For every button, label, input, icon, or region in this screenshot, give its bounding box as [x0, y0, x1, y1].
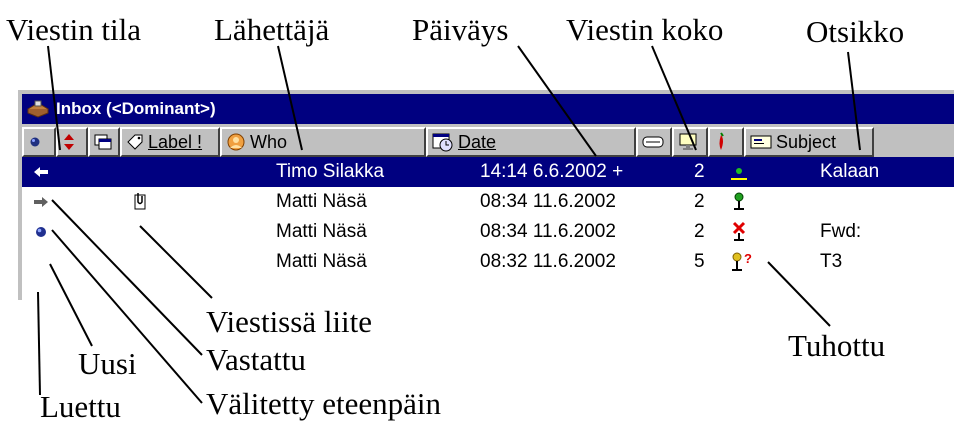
message-size: 5 — [694, 251, 705, 272]
replied-arrow-icon — [26, 157, 56, 187]
message-row[interactable]: Matti Näsä 08:34 11.6.2002 2 — [22, 187, 954, 217]
callout-message-size: Viestin koko — [566, 12, 724, 47]
message-date: 08:32 11.6.2002 — [480, 251, 616, 272]
person-icon — [227, 133, 245, 151]
deleted-x-icon — [726, 217, 766, 247]
column-priority[interactable] — [56, 127, 88, 157]
callout-subject: Otsikko — [806, 14, 905, 49]
inbox-tray-icon — [26, 99, 52, 119]
callout-replied: Vastattu — [206, 342, 306, 377]
window-copy-icon — [94, 134, 112, 150]
message-row[interactable]: Matti Näsä 08:32 11.6.2002 5 ? T3 — [22, 247, 954, 277]
status-dot-icon — [30, 137, 40, 147]
column-date-text: Date — [458, 131, 497, 152]
column-subject[interactable]: Subject — [744, 127, 874, 157]
message-size: 2 — [694, 161, 705, 182]
message-date: 08:34 11.6.2002 — [480, 191, 616, 212]
column-attachment[interactable] — [88, 127, 120, 157]
window-title: Inbox (<Dominant>) — [56, 99, 216, 118]
message-subject: Kalaan — [820, 161, 880, 182]
message-subject — [820, 187, 950, 217]
callout-deleted: Tuhottu — [788, 328, 886, 363]
unknown-status-icon: ? — [726, 247, 766, 277]
column-date[interactable]: Date — [426, 127, 636, 157]
forwarded-arrow-icon — [26, 187, 56, 217]
callout-read: Luettu — [40, 389, 121, 424]
message-subject: T3 — [820, 251, 843, 272]
column-size[interactable] — [636, 127, 672, 157]
column-server-status[interactable] — [672, 127, 708, 157]
svg-text:?: ? — [744, 251, 752, 266]
message-subject: Fwd: — [820, 221, 862, 242]
column-who-text: Who — [250, 131, 288, 152]
server-status-icon — [726, 187, 766, 217]
disk-size-icon — [642, 136, 664, 148]
callout-forwarded: Välitetty eteenpäin — [206, 386, 441, 421]
envelope-icon — [750, 135, 772, 149]
message-sender: Timo Silakka — [276, 161, 385, 182]
message-row[interactable]: Timo Silakka 14:14 6.6.2002 + 2 Kalaan — [22, 157, 954, 187]
message-list: Timo Silakka 14:14 6.6.2002 + 2 Kalaan M… — [22, 157, 954, 300]
callout-new: Uusi — [78, 346, 137, 381]
monitor-icon — [679, 133, 697, 150]
callout-message-status: Viestin tila — [6, 12, 142, 47]
message-sender: Matti Näsä — [276, 191, 367, 212]
chili-pepper-icon — [719, 132, 724, 150]
priority-updown-icon — [64, 134, 74, 150]
message-sender: Matti Näsä — [276, 251, 367, 272]
column-label[interactable]: Label ! — [120, 127, 220, 157]
inbox-window: Inbox (<Dominant>) Label ! Who Date Subj… — [18, 90, 954, 300]
attachment-icon — [126, 187, 154, 217]
column-header-bar: Label ! Who Date Subject — [22, 127, 954, 157]
column-who[interactable]: Who — [220, 127, 426, 157]
message-size: 2 — [694, 221, 705, 242]
message-row[interactable]: Matti Näsä 08:34 11.6.2002 2 Fwd: — [22, 217, 954, 247]
callout-date: Päiväys — [412, 12, 509, 47]
callout-sender: Lähettäjä — [214, 12, 330, 47]
callout-attachment: Viestissä liite — [206, 304, 373, 339]
tag-icon — [127, 134, 143, 150]
column-mood[interactable] — [708, 127, 744, 157]
column-subject-text: Subject — [776, 131, 837, 152]
server-status-icon — [726, 157, 766, 187]
column-status[interactable] — [22, 127, 56, 157]
message-size: 2 — [694, 191, 705, 212]
new-dot-icon — [26, 217, 56, 247]
message-date: 08:34 11.6.2002 — [480, 221, 616, 242]
message-date: 14:14 6.6.2002 + — [480, 161, 624, 182]
message-sender: Matti Näsä — [276, 221, 367, 242]
column-label-text: Label ! — [148, 131, 203, 152]
title-bar[interactable]: Inbox (<Dominant>) — [22, 94, 954, 124]
clock-calendar-icon — [432, 133, 453, 152]
